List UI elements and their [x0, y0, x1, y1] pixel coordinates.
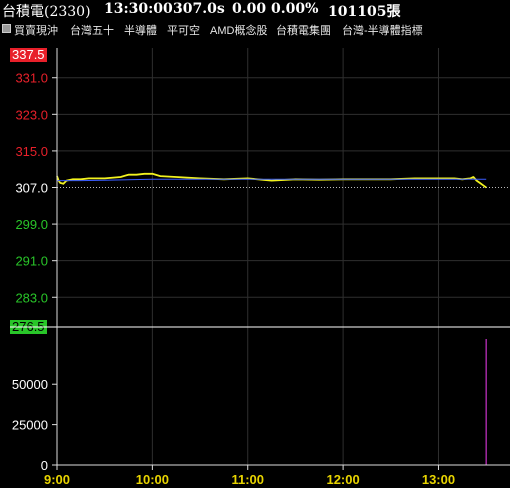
volume-tick-label: 0 [41, 458, 48, 473]
volume-tick-label: 25000 [12, 418, 48, 433]
x-tick-label: 12:00 [326, 472, 359, 487]
price-tick-label: 337.5 [12, 47, 45, 62]
x-tick-label: 11:00 [231, 472, 264, 487]
price-tick-label: 299.0 [15, 217, 48, 232]
price-lines [56, 172, 487, 189]
price-tick-label: 291.0 [15, 254, 48, 269]
x-tick-label: 13:00 [422, 472, 455, 487]
price-tick-label: 331.0 [15, 71, 48, 86]
price-tick-label: 283.0 [15, 290, 48, 305]
price-tick-label: 307.0 [15, 181, 48, 196]
grid [56, 48, 510, 465]
price-tick-label: 323.0 [15, 107, 48, 122]
price-tick-label: 315.0 [15, 144, 48, 159]
intraday-chart[interactable]: 9:00 10:00 11:00 12:00 13:00 337.5 331.0 323.0 3… [0, 0, 510, 488]
axes: 9:00 10:00 11:00 12:00 13:00 337.5 331.0 323.0 3… [10, 47, 510, 487]
x-tick-label: 9:00 [44, 472, 70, 487]
volume-tick-label: 50000 [12, 377, 48, 392]
x-tick-label: 10:00 [136, 472, 169, 487]
price-line [56, 172, 487, 189]
